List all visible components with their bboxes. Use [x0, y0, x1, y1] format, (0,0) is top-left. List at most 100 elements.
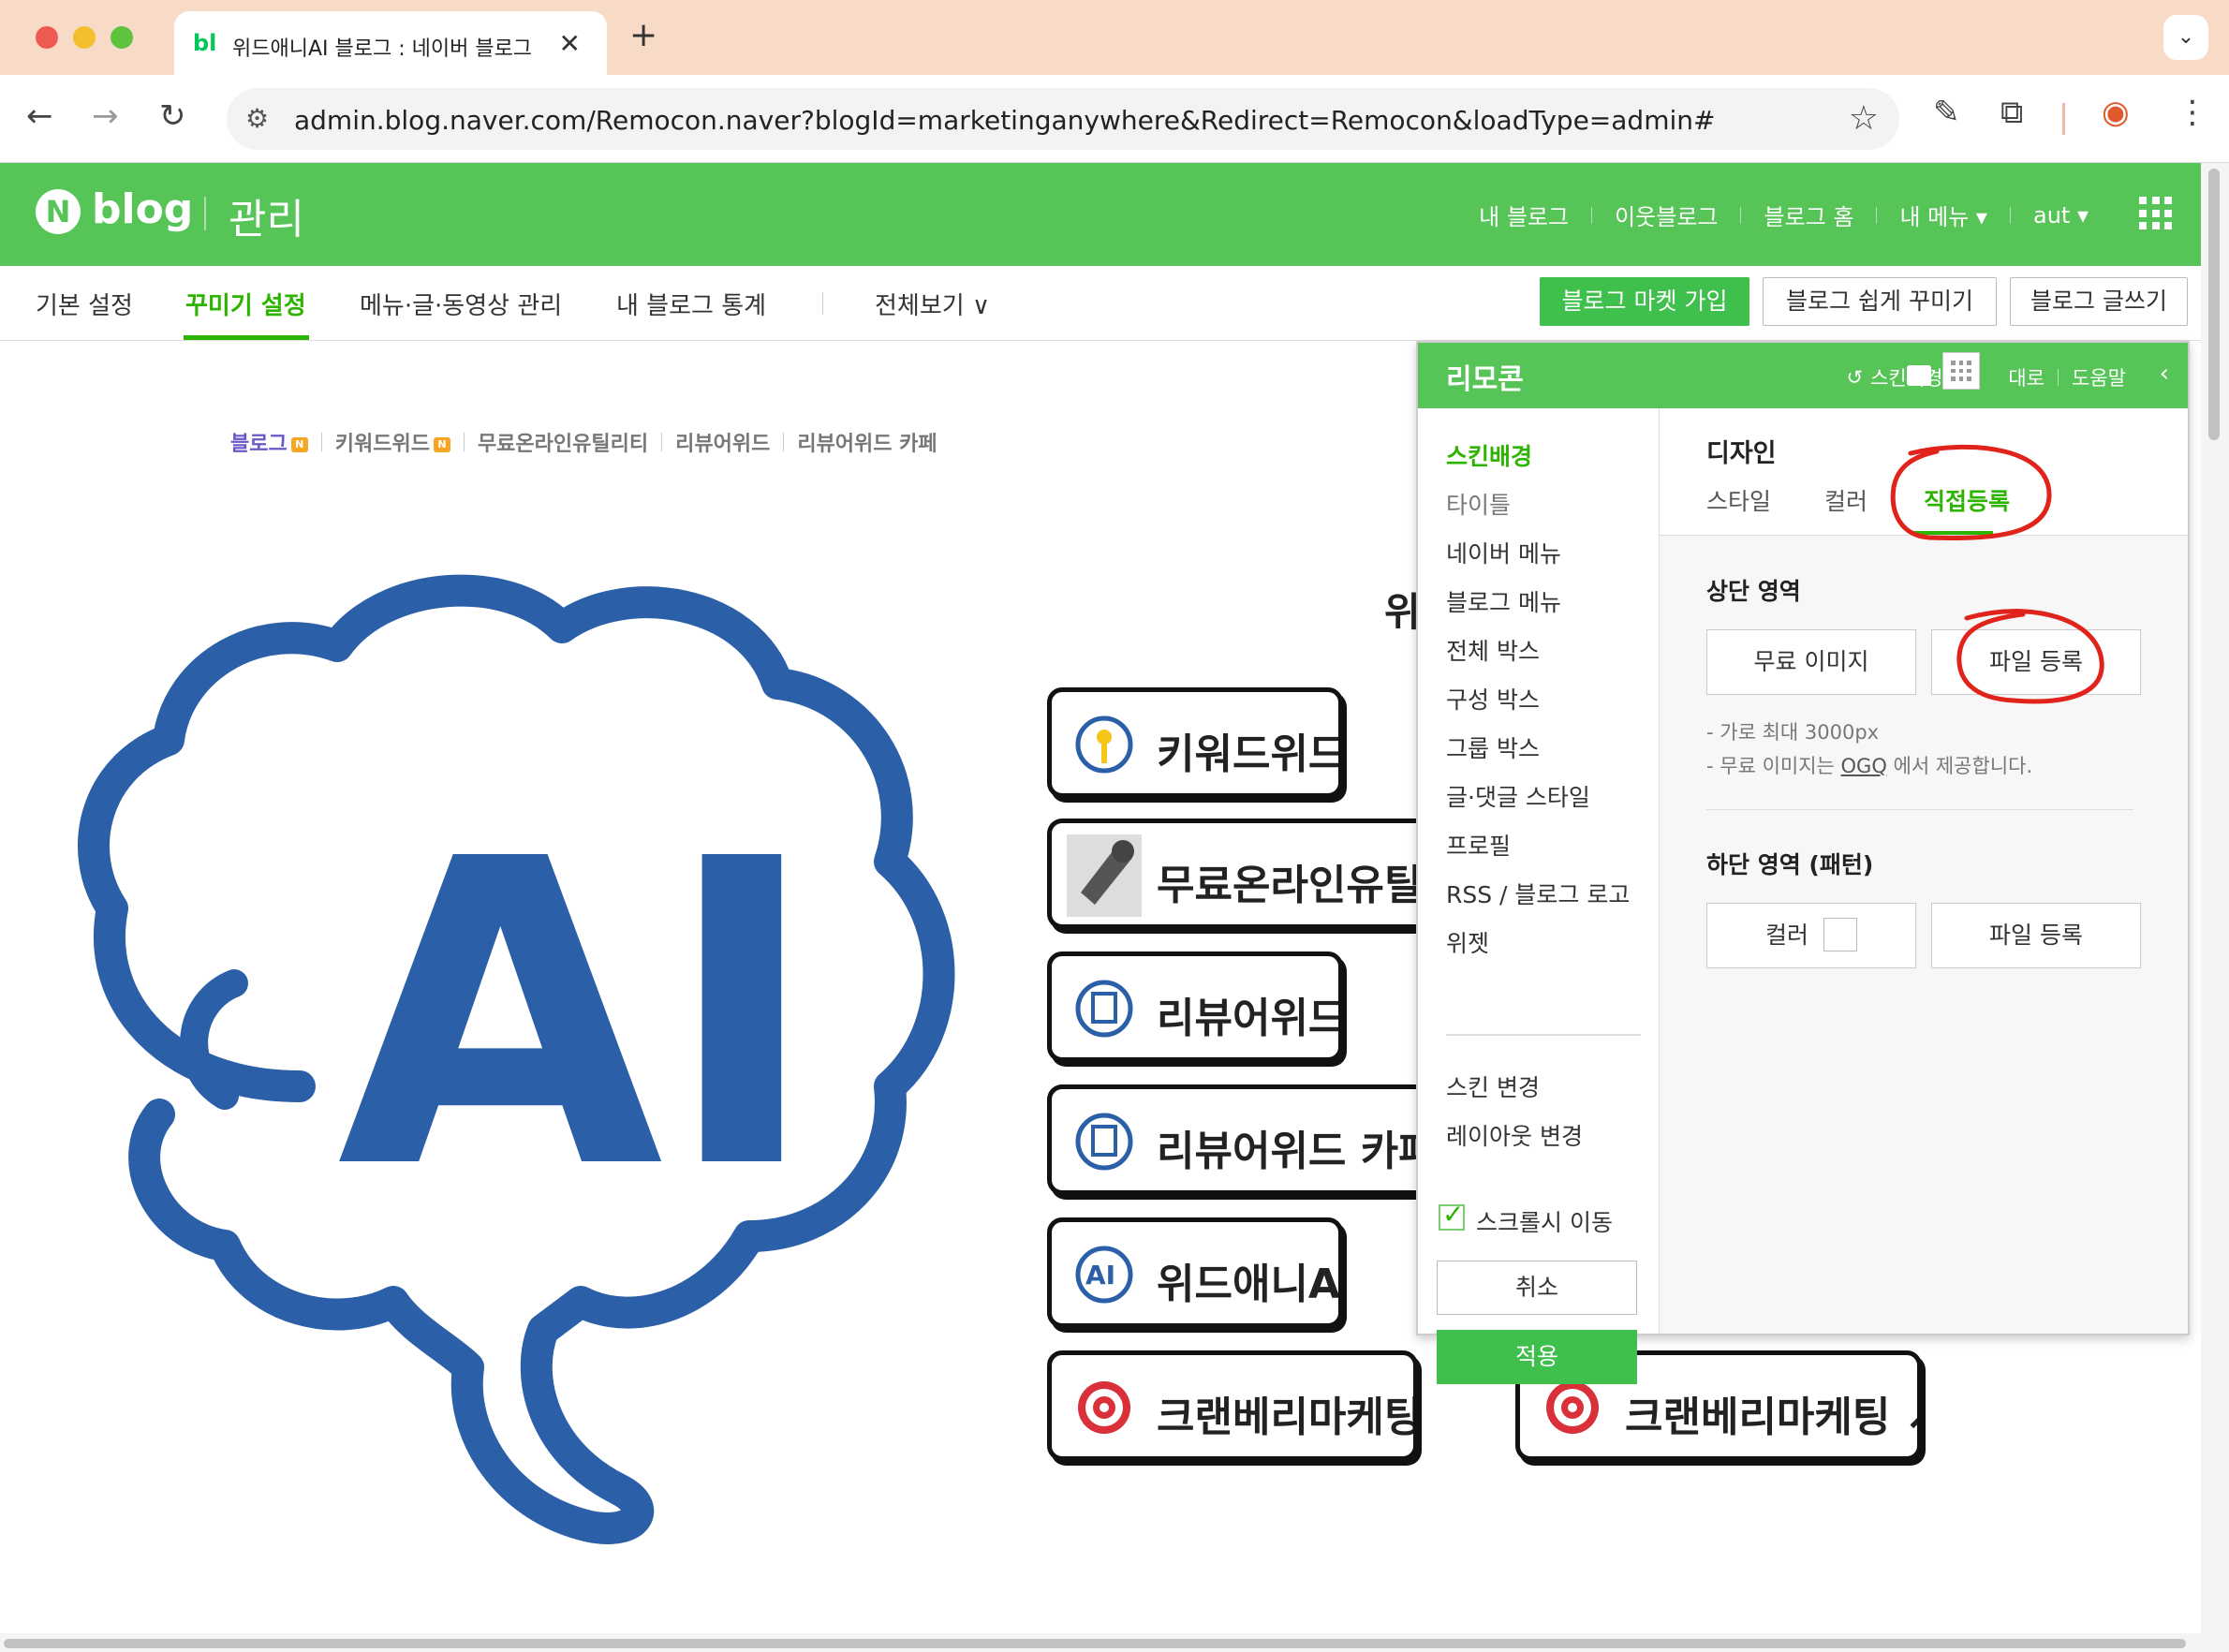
side-item-change-skin[interactable]: 스킨 변경 — [1446, 1069, 1540, 1103]
side-item-group-box[interactable]: 그룹 박스 — [1446, 730, 1540, 764]
toolbar-divider — [2062, 103, 2065, 135]
vertical-scroll-thumb[interactable] — [2208, 169, 2220, 440]
url-text[interactable]: admin.blog.naver.com/Remocon.naver?blogI… — [294, 105, 1715, 136]
collapse-chevron-icon[interactable]: ‹ — [2160, 360, 2169, 388]
close-window-button[interactable] — [36, 26, 58, 49]
top-file-upload-button[interactable]: 파일 등록 — [1931, 629, 2141, 695]
side-item-widget[interactable]: 위젯 — [1446, 925, 1489, 959]
reviewer-with-cafe-link[interactable]: 리뷰어위드 카페 — [797, 427, 937, 457]
horizontal-scrollbar[interactable] — [0, 1633, 2201, 1652]
browser-tab-bar: bl 위드애니AI 블로그 : 네이버 블로그 ✕ + ⌄ — [0, 0, 2229, 75]
bottom-color-button[interactable]: 컬러 — [1706, 903, 1916, 968]
tab-title: 위드애니AI 블로그 : 네이버 블로그 — [232, 37, 533, 61]
tab-menu-post-video[interactable]: 메뉴·글·동영상 관리 — [360, 287, 562, 321]
remocon-sidebar: 스킨배경 타이틀 네이버 메뉴 블로그 메뉴 전체 박스 구성 박스 그룹 박스… — [1418, 408, 1660, 1384]
side-item-post-comment-style[interactable]: 글·댓글 스타일 — [1446, 779, 1590, 813]
svg-text:AI: AI — [1085, 1260, 1115, 1291]
free-online-utility-link[interactable]: 무료온라인유틸리티 — [478, 427, 648, 457]
tab-basic-settings[interactable]: 기본 설정 — [36, 287, 133, 321]
blog-home-link[interactable]: 블로그 홈 — [1764, 199, 1853, 231]
section-divider — [1706, 809, 2133, 810]
tab-search-button[interactable]: ⌄ — [2163, 15, 2208, 60]
bottom-area-title: 하단 영역 (패턴) — [1706, 851, 1874, 878]
side-item-blog-menu[interactable]: 블로그 메뉴 — [1446, 584, 1561, 618]
horizontal-scroll-thumb[interactable] — [4, 1639, 2186, 1648]
blog-market-join-button[interactable]: 블로그 마켓 가입 — [1540, 277, 1749, 326]
account-dropdown[interactable]: aut ▾ — [2033, 202, 2089, 229]
tab-decoration-settings[interactable]: 꾸미기 설정 — [185, 287, 306, 321]
header-links: 내 블로그 이웃블로그 블로그 홈 내 메뉴 ▾ aut ▾ — [1479, 199, 2089, 231]
new-tab-button[interactable]: + — [629, 17, 657, 54]
active-tab-underline — [184, 335, 309, 340]
puzzle-extension-icon[interactable]: ⧉ — [2000, 94, 2023, 131]
my-menu-dropdown[interactable]: 내 메뉴 ▾ — [1899, 199, 1987, 231]
reviewer-with-link[interactable]: 리뷰어위드 — [675, 427, 770, 457]
overlay-grid-icon[interactable] — [1942, 352, 1980, 390]
side-item-layout-box[interactable]: 구성 박스 — [1446, 682, 1540, 715]
side-item-rss-logo[interactable]: RSS / 블로그 로고 — [1446, 877, 1630, 910]
cancel-button[interactable]: 취소 — [1437, 1261, 1637, 1315]
more-icon[interactable]: ⋮ — [2177, 94, 2208, 131]
bookmark-star-icon[interactable]: ☆ — [1849, 99, 1879, 138]
reviewer-with-cafe-banner[interactable]: 리뷰어위드 카페 — [1047, 1084, 1416, 1195]
original-size-tool[interactable]: 대로 — [2008, 363, 2044, 391]
ogq-link[interactable]: OGQ — [1841, 755, 1887, 777]
neighbor-blog-link[interactable]: 이웃블로그 — [1615, 199, 1718, 231]
write-post-button[interactable]: 블로그 글쓰기 — [2010, 277, 2188, 326]
wrench-icon — [1067, 834, 1142, 917]
side-item-naver-menu[interactable]: 네이버 메뉴 — [1446, 536, 1561, 569]
admin-title: 관리 — [229, 196, 304, 243]
blog-title-partial: 위 — [1384, 589, 1421, 635]
easy-decorate-button[interactable]: 블로그 쉽게 꾸미기 — [1763, 277, 1997, 326]
maximize-window-button[interactable] — [111, 26, 133, 49]
pen-extension-icon[interactable]: ✎ — [1933, 94, 1960, 131]
back-icon[interactable]: ← — [26, 97, 53, 135]
subnav-divider — [822, 292, 823, 315]
brain-document-icon — [1075, 1113, 1133, 1171]
free-online-utility-banner[interactable]: 무료온라인유틸리 — [1047, 819, 1422, 929]
design-tabs-box: 디자인 스타일 컬러 직접등록 — [1660, 408, 2188, 536]
side-item-whole-box[interactable]: 전체 박스 — [1446, 633, 1540, 667]
minimize-window-button[interactable] — [73, 26, 96, 49]
apply-button[interactable]: 적용 — [1437, 1330, 1637, 1384]
bottom-file-upload-button[interactable]: 파일 등록 — [1931, 903, 2141, 968]
tab-style[interactable]: 스타일 — [1706, 483, 1771, 517]
site-settings-icon[interactable]: ⚙ — [245, 103, 269, 134]
reviewer-with-banner[interactable]: 리뷰어위드 — [1047, 951, 1343, 1062]
blog-link[interactable]: 블로그 N — [230, 427, 308, 457]
tab-direct-upload[interactable]: 직접등록 — [1924, 483, 2010, 517]
tab-blog-stats[interactable]: 내 블로그 통계 — [616, 287, 766, 321]
with-any-ai-banner[interactable]: AI 위드애니AI — [1047, 1217, 1343, 1328]
free-image-button[interactable]: 무료 이미지 — [1706, 629, 1916, 695]
vertical-scrollbar[interactable] — [2201, 163, 2229, 1652]
address-bar-row: ← → ↻ ⚙ admin.blog.naver.com/Remocon.nav… — [0, 75, 2229, 163]
help-link[interactable]: 도움말 — [2072, 363, 2126, 391]
view-all-dropdown[interactable]: 전체보기 ∨ — [875, 287, 990, 321]
side-item-change-layout[interactable]: 레이아웃 변경 — [1446, 1118, 1583, 1152]
blog-top-links: 블로그 N 키워드위드 N 무료온라인유틸리티 리뷰어위드 리뷰어위드 카페 — [230, 427, 937, 457]
naver-n-logo[interactable]: N — [36, 189, 81, 234]
apps-grid-icon[interactable] — [2139, 197, 2173, 230]
forward-icon[interactable]: → — [92, 97, 119, 135]
design-title: 디자인 — [1706, 439, 1777, 468]
remocon-header: 리모콘 ↺ 스킨배경 대로 도움말 ‹ — [1418, 343, 2188, 408]
side-item-profile[interactable]: 프로필 — [1446, 828, 1511, 862]
brain-document-icon — [1075, 980, 1133, 1038]
browser-tab-active[interactable]: bl 위드애니AI 블로그 : 네이버 블로그 ✕ — [174, 11, 607, 75]
side-item-skin-background[interactable]: 스킨배경 — [1446, 438, 1532, 472]
remocon-design-area: 디자인 스타일 컬러 직접등록 상단 영역 무료 이미지 파일 등록 - 가로 … — [1660, 408, 2188, 1334]
reload-icon[interactable]: ↻ — [159, 97, 186, 135]
remocon-tools: ↺ 스킨배경 대로 도움말 — [1847, 363, 2127, 391]
max-width-note: - 가로 최대 3000px — [1706, 721, 1880, 744]
url-omnibox[interactable]: ⚙ admin.blog.naver.com/Remocon.naver?blo… — [227, 88, 1899, 150]
my-blog-link[interactable]: 내 블로그 — [1479, 199, 1569, 231]
keyword-with-link[interactable]: 키워드위드 N — [335, 427, 450, 457]
keyword-with-banner[interactable]: 키워드위드 — [1047, 687, 1343, 798]
profile-icon[interactable]: ◉ — [2102, 94, 2130, 131]
close-tab-icon[interactable]: ✕ — [559, 28, 581, 59]
reset-icon[interactable]: ↺ — [1847, 366, 1864, 389]
blog-logo-text[interactable]: blog — [92, 185, 193, 233]
tab-color[interactable]: 컬러 — [1824, 483, 1867, 517]
side-item-title[interactable]: 타이틀 — [1446, 487, 1511, 521]
cranberry-marketing-banner[interactable]: 크랜베리마케팅 — [1047, 1350, 1418, 1461]
